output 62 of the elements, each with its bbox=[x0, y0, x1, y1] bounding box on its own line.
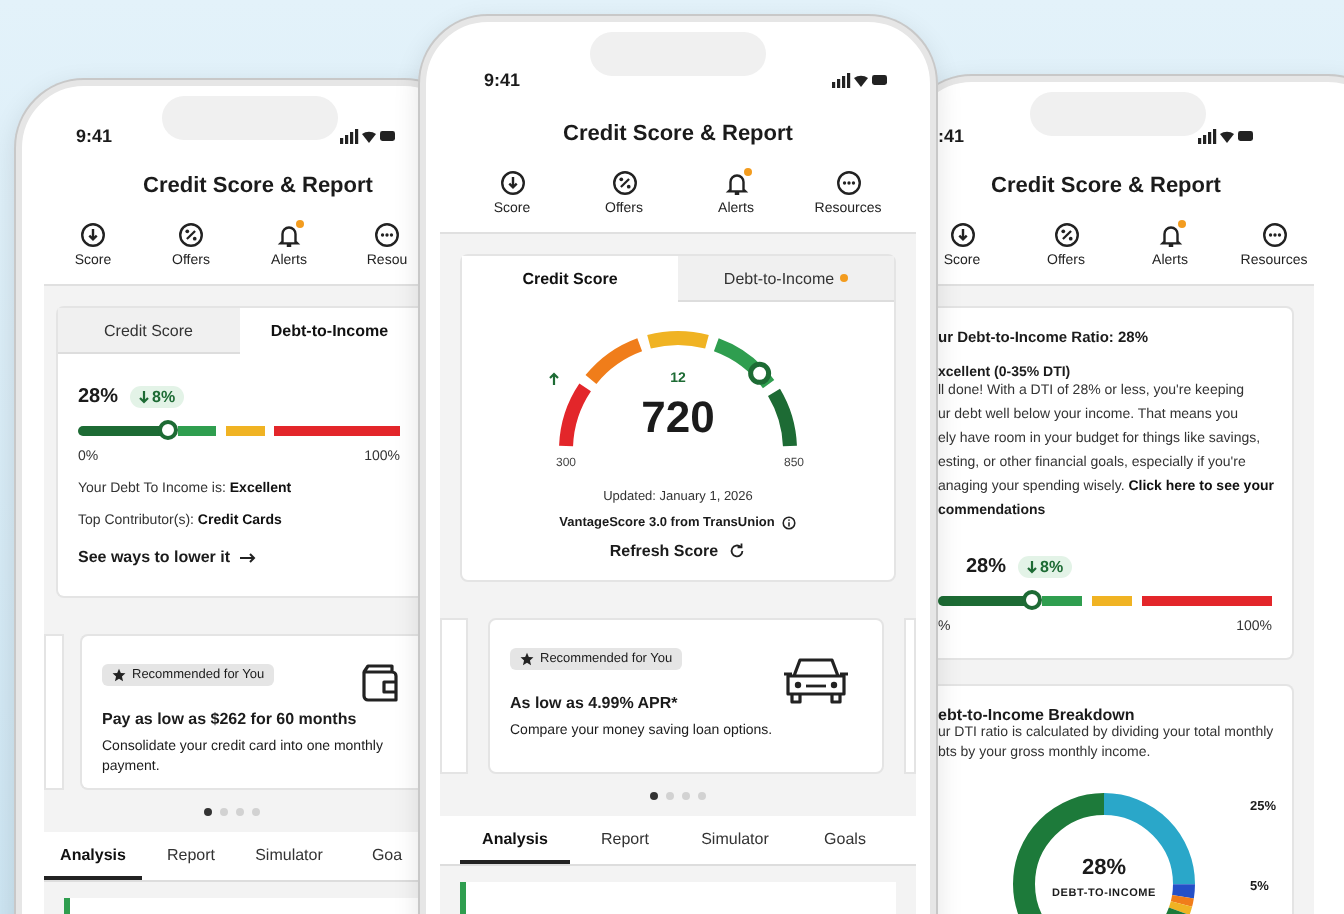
arrow-up-icon bbox=[548, 372, 560, 386]
ellipsis-icon bbox=[374, 222, 400, 248]
bottom-tab[interactable]: Goa bbox=[338, 832, 420, 880]
pager-dot[interactable] bbox=[682, 792, 690, 800]
refresh-button[interactable]: Refresh Score bbox=[609, 542, 747, 560]
pager-dot[interactable] bbox=[204, 808, 212, 816]
status-icons-drawing bbox=[340, 128, 396, 144]
segment-tab[interactable]: Debt-to-Income bbox=[678, 256, 894, 302]
scale-thumb[interactable] bbox=[158, 420, 179, 440]
screen-title: Credit Score & Report bbox=[561, 120, 795, 150]
status-time: 9:41 bbox=[76, 126, 113, 146]
percent-icon bbox=[611, 170, 637, 196]
pager-dot[interactable] bbox=[252, 808, 260, 816]
bell-icon bbox=[1157, 222, 1183, 248]
pager-dot[interactable] bbox=[220, 808, 228, 816]
ellipsis-icon bbox=[835, 170, 861, 196]
offer-headline: As low as 4.99% APR* bbox=[510, 694, 680, 712]
donut-value: 28% bbox=[1079, 856, 1129, 880]
bell-icon bbox=[276, 222, 302, 248]
percent-icon bbox=[178, 222, 204, 248]
arrow-circle-icon bbox=[80, 222, 106, 248]
bottom-tab[interactable]: Simulator bbox=[240, 832, 338, 880]
dti-value: 28% bbox=[966, 556, 1007, 578]
arrow-circle-icon bbox=[949, 222, 975, 248]
scale-thumb[interactable] bbox=[1021, 590, 1042, 610]
status-time: 9:41 bbox=[484, 70, 521, 90]
ellipsis-icon bbox=[1261, 222, 1287, 248]
screen-title: Credit Score & Report bbox=[989, 172, 1223, 202]
breakdown-title: ebt-to-Income Breakdown bbox=[938, 706, 1137, 724]
arrow-down-icon bbox=[138, 390, 151, 404]
star-icon bbox=[520, 652, 534, 666]
lower-dti-link[interactable]: See ways to lower it bbox=[78, 548, 257, 566]
change-value: 8% bbox=[1040, 558, 1064, 576]
bottom-tab[interactable]: Report bbox=[142, 832, 240, 880]
dti-value: 28% bbox=[78, 386, 119, 408]
bottom-tab[interactable]: Analysis bbox=[460, 816, 570, 864]
screen-title: Credit Score & Report bbox=[141, 172, 375, 202]
bottom-tab[interactable]: Analysis bbox=[44, 832, 142, 880]
segment-tab[interactable]: Credit Score bbox=[58, 308, 239, 354]
status-time: :41 bbox=[938, 126, 965, 146]
wallet-icon bbox=[356, 660, 404, 708]
status-icons-drawing bbox=[832, 72, 888, 88]
info-icon[interactable] bbox=[782, 516, 797, 530]
credit-score: 720 bbox=[639, 392, 717, 444]
status-icons-drawing bbox=[1198, 128, 1254, 144]
pager-dot[interactable] bbox=[650, 792, 658, 800]
change-value: 8% bbox=[152, 388, 176, 406]
arrow-right-icon bbox=[240, 551, 257, 563]
percent-icon bbox=[1053, 222, 1079, 248]
arrow-down-icon bbox=[1026, 560, 1039, 574]
bottom-tab[interactable]: Goals bbox=[790, 816, 900, 864]
bottom-tab[interactable]: Simulator bbox=[680, 816, 790, 864]
bottom-tab[interactable]: Report bbox=[570, 816, 680, 864]
arrow-circle-icon bbox=[499, 170, 525, 196]
pager-dot[interactable] bbox=[666, 792, 674, 800]
bell-icon bbox=[723, 170, 749, 196]
pager-dot[interactable] bbox=[698, 792, 706, 800]
star-icon bbox=[112, 668, 126, 682]
car-icon bbox=[782, 652, 850, 708]
refresh-icon bbox=[728, 542, 747, 560]
offer-headline: Pay as low as $262 for 60 months bbox=[102, 710, 359, 728]
pager-dot[interactable] bbox=[236, 808, 244, 816]
